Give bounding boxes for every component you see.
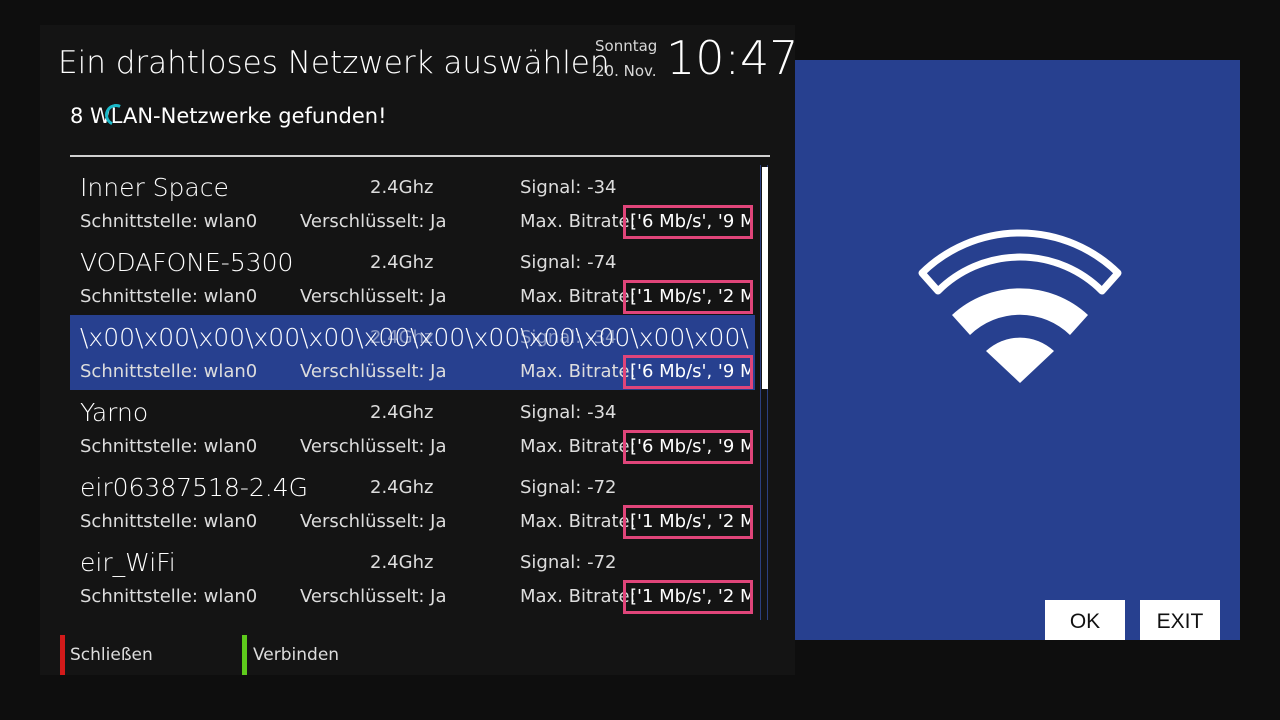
- network-ssid: eir_WiFi: [80, 548, 176, 577]
- wifi-panel: OK EXIT: [795, 60, 1240, 640]
- exit-button[interactable]: EXIT: [1140, 600, 1220, 640]
- network-interface: Schnittstelle: wlan0: [80, 436, 258, 457]
- network-ssid: eir06387518-2.4G: [80, 473, 309, 502]
- network-bitrate-label: Max. Bitrate:: [520, 436, 636, 457]
- network-bitrate-value: ['6 Mb/s', '9 Mb/s': [623, 205, 753, 239]
- wlan-dialog: Ein drahtloses Netzwerk auswählen Sonnta…: [40, 25, 799, 675]
- network-list[interactable]: Inner Space 2.4Ghz Signal: -34 Schnittst…: [70, 165, 755, 615]
- clock-time: 10:47: [666, 31, 799, 85]
- network-encryption: Verschlüsselt: Ja: [300, 286, 447, 307]
- network-band: 2.4Ghz: [370, 327, 434, 348]
- wifi-icon: [918, 229, 1122, 383]
- network-bitrate-label: Max. Bitrate:: [520, 586, 636, 607]
- network-row[interactable]: Inner Space 2.4Ghz Signal: -34 Schnittst…: [70, 165, 755, 240]
- network-bitrate-value: ['1 Mb/s', '2 Mb/s': [623, 580, 753, 614]
- divider: [70, 155, 770, 157]
- red-key-icon: [60, 635, 65, 675]
- network-band: 2.4Ghz: [370, 402, 434, 423]
- green-key-icon: [242, 635, 247, 675]
- network-row-selected[interactable]: \x00\x00\x00\x00\x00\x00\x00\x00\x00\x00…: [70, 315, 755, 390]
- network-interface: Schnittstelle: wlan0: [80, 361, 258, 382]
- network-row[interactable]: eir06387518-2.4G 2.4Ghz Signal: -72 Schn…: [70, 465, 755, 540]
- network-row[interactable]: Yarno 2.4Ghz Signal: -34 Schnittstelle: …: [70, 390, 755, 465]
- network-encryption: Verschlüsselt: Ja: [300, 586, 447, 607]
- network-band: 2.4Ghz: [370, 477, 434, 498]
- network-bitrate-label: Max. Bitrate:: [520, 511, 636, 532]
- network-bitrate-value: ['1 Mb/s', '2 Mb/s': [623, 505, 753, 539]
- clock-day: Sonntag: [595, 37, 658, 55]
- network-signal: Signal: -34: [520, 402, 617, 423]
- ok-button[interactable]: OK: [1045, 600, 1125, 640]
- network-bitrate-value: ['6 Mb/s', '9 Mb/s': [623, 355, 753, 389]
- network-ssid: Yarno: [80, 398, 149, 427]
- network-signal: Signal: -72: [520, 477, 617, 498]
- network-interface: Schnittstelle: wlan0: [80, 586, 258, 607]
- network-ssid: VODAFONE-5300: [80, 248, 294, 277]
- network-row[interactable]: eir_WiFi 2.4Ghz Signal: -72 Schnittstell…: [70, 540, 755, 615]
- network-encryption: Verschlüsselt: Ja: [300, 361, 447, 382]
- network-encryption: Verschlüsselt: Ja: [300, 436, 447, 457]
- network-signal: Signal: -74: [520, 252, 617, 273]
- connect-key-label[interactable]: Verbinden: [253, 645, 339, 665]
- network-bitrate-label: Max. Bitrate:: [520, 286, 636, 307]
- clock-date: 20. Nov.: [595, 62, 657, 80]
- network-bitrate-label: Max. Bitrate:: [520, 361, 636, 382]
- close-key-label[interactable]: Schließen: [70, 645, 153, 665]
- page-title: Ein drahtloses Netzwerk auswählen: [58, 45, 610, 81]
- network-interface: Schnittstelle: wlan0: [80, 511, 258, 532]
- network-band: 2.4Ghz: [370, 252, 434, 273]
- network-interface: Schnittstelle: wlan0: [80, 211, 258, 232]
- network-bitrate-value: ['6 Mb/s', '9 Mb/s': [623, 430, 753, 464]
- network-band: 2.4Ghz: [370, 552, 434, 573]
- network-encryption: Verschlüsselt: Ja: [300, 211, 447, 232]
- network-interface: Schnittstelle: wlan0: [80, 286, 258, 307]
- network-ssid: Inner Space: [80, 173, 229, 202]
- network-row[interactable]: VODAFONE-5300 2.4Ghz Signal: -74 Schnitt…: [70, 240, 755, 315]
- network-signal: Signal: -72: [520, 552, 617, 573]
- network-signal: Signal: -34: [520, 177, 617, 198]
- network-band: 2.4Ghz: [370, 177, 434, 198]
- list-scrollbar[interactable]: [760, 165, 768, 620]
- network-bitrate-value: ['1 Mb/s', '2 Mb/s': [623, 280, 753, 314]
- network-signal: Signal: -34: [520, 327, 617, 348]
- scrollbar-thumb[interactable]: [762, 167, 768, 389]
- network-encryption: Verschlüsselt: Ja: [300, 511, 447, 532]
- network-bitrate-label: Max. Bitrate:: [520, 211, 636, 232]
